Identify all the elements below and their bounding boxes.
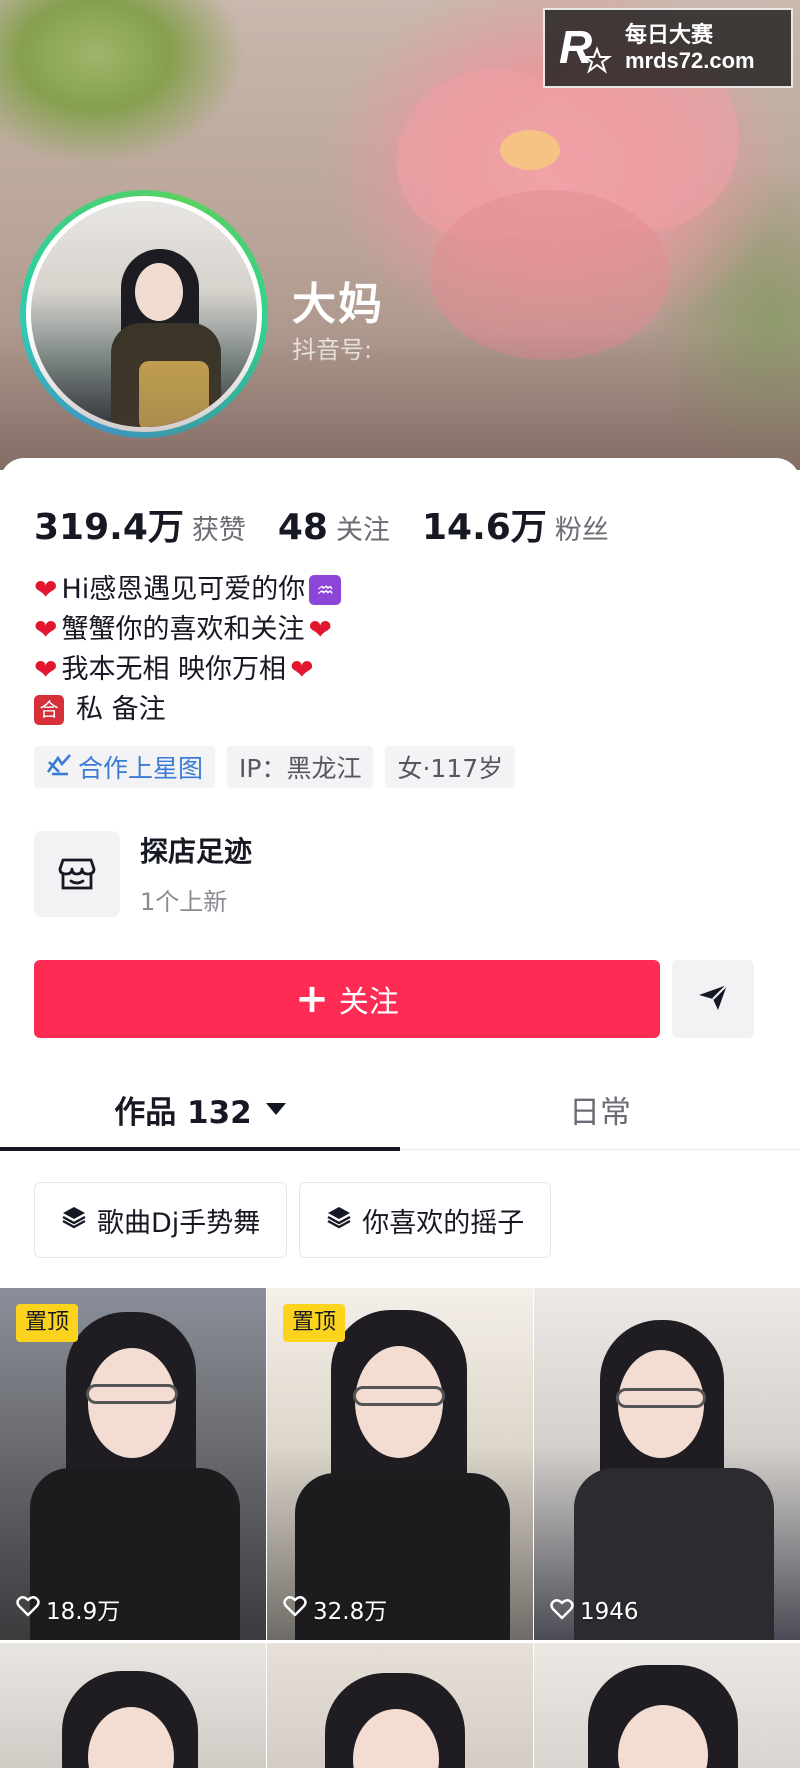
video-grid: 置顶 18.9万 置顶 32.8万 1946 — [0, 1288, 800, 1768]
bio: ❤ Hi感恩遇见可爱的你 ♒ ❤ 蟹蟹你的喜欢和关注 ❤ ❤ 我本无相 映你万相… — [34, 570, 342, 730]
tab-label: 日常 — [569, 1094, 631, 1131]
svg-text:R: R — [559, 21, 592, 73]
stat-value: 48 — [277, 507, 328, 548]
cover-flower-petal — [430, 190, 670, 360]
bio-text: Hi感恩遇见可爱的你 — [61, 574, 306, 605]
tag-label: 合作上星图 — [78, 754, 204, 783]
pinned-badge: 置顶 — [16, 1304, 79, 1342]
shop-footprint[interactable]: 探店足迹 1个上新 — [34, 830, 252, 917]
xingtu-icon — [46, 752, 72, 782]
heart-icon: ❤ — [34, 613, 58, 646]
tag-xingtu[interactable]: 合作上星图 — [34, 746, 216, 788]
stat-followers[interactable]: 14.6万 粉丝 — [422, 498, 609, 550]
he-badge-icon: 合 — [34, 695, 64, 725]
tag-gender-age: 女·117岁 — [385, 746, 516, 788]
follow-label: 关注 — [338, 985, 399, 1020]
tab-daily[interactable]: 日常 — [400, 1068, 800, 1150]
video-thumbnail[interactable] — [0, 1643, 266, 1768]
send-icon — [696, 982, 730, 1016]
heart-icon: ❤ — [34, 653, 58, 686]
watermark-logo-icon: R — [557, 19, 615, 77]
stat-label: 粉丝 — [554, 515, 609, 546]
pinned-badge: 置顶 — [283, 1304, 346, 1342]
collection-label: 歌曲Dj手势舞 — [97, 1207, 261, 1239]
tab-works[interactable]: 作品 132 — [0, 1068, 400, 1150]
stat-value: 319.4万 — [34, 507, 184, 548]
profile-name: 大妈 — [292, 279, 384, 330]
tag-label: IP：黑龙江 — [239, 754, 362, 783]
store-icon — [34, 830, 120, 917]
heart-icon: ❤ — [34, 573, 58, 606]
bio-line: ❤ 我本无相 映你万相 ❤ — [34, 650, 341, 690]
tag-ip-location: IP：黑龙江 — [227, 746, 374, 788]
follow-button[interactable]: + 关注 — [34, 960, 660, 1038]
watermark-url: mrds72.com — [625, 48, 755, 73]
send-message-button[interactable] — [672, 960, 754, 1038]
layers-icon — [326, 1204, 352, 1237]
stat-value: 14.6万 — [421, 507, 547, 548]
bio-text: 私 备注 — [76, 694, 166, 725]
like-count: 32.8万 — [283, 1592, 387, 1626]
tag-label: 女·117岁 — [397, 754, 504, 783]
watermark: R 每日大赛 mrds72.com — [543, 8, 793, 88]
video-thumbnail[interactable]: 置顶 32.8万 — [267, 1288, 533, 1640]
bio-line: 合 私 备注 — [34, 690, 341, 730]
stat-following[interactable]: 48 关注 — [278, 507, 390, 548]
bio-line: ❤ 蟹蟹你的喜欢和关注 ❤ — [34, 610, 341, 650]
stats-row: 319.4万 获赞 48 关注 14.6万 粉丝 — [34, 498, 609, 550]
avatar-image — [26, 196, 262, 432]
shop-title: 探店足迹 — [140, 835, 253, 868]
watermark-brand-name: 每日大赛 — [625, 22, 714, 47]
stat-label: 获赞 — [191, 515, 246, 546]
caret-down-icon — [265, 1103, 286, 1115]
douyin-id[interactable]: 抖音号: — [292, 330, 372, 365]
aquarius-icon: ♒ — [309, 575, 342, 605]
profile-cover: R 每日大赛 mrds72.com 大妈 抖音号: — [0, 0, 800, 470]
avatar[interactable] — [20, 190, 268, 438]
collections-row: 歌曲Dj手势舞 你喜欢的摇子 — [34, 1182, 552, 1258]
profile-panel: 319.4万 获赞 48 关注 14.6万 粉丝 ❤ Hi感恩遇见可爱的你 ♒ … — [0, 458, 800, 1768]
content-tabs: 作品 132 日常 — [0, 1068, 800, 1151]
bio-text: 我本无相 映你万相 — [61, 654, 287, 685]
tab-label: 作品 132 — [114, 1094, 252, 1131]
collection-chip[interactable]: 歌曲Dj手势舞 — [34, 1182, 288, 1258]
video-thumbnail[interactable]: 1946 — [534, 1288, 800, 1640]
bio-line: ❤ Hi感恩遇见可爱的你 ♒ — [34, 570, 342, 610]
bio-text: 蟹蟹你的喜欢和关注 — [61, 614, 305, 645]
like-count: 1946 — [550, 1598, 639, 1626]
collection-chip[interactable]: 你喜欢的摇子 — [299, 1182, 552, 1258]
video-thumbnail[interactable] — [534, 1643, 800, 1768]
heart-icon: ❤ — [290, 653, 314, 686]
video-thumbnail[interactable] — [267, 1643, 533, 1768]
like-count: 18.9万 — [16, 1592, 120, 1626]
profile-tags: 合作上星图 IP：黑龙江 女·117岁 — [34, 746, 516, 788]
cover-flower-center — [500, 130, 560, 170]
layers-icon — [61, 1204, 87, 1237]
plus-icon: + — [295, 976, 329, 1022]
active-tab-indicator — [0, 1147, 400, 1151]
heart-outline-icon — [283, 1595, 307, 1623]
heart-outline-icon — [550, 1598, 574, 1626]
shop-subtitle: 1个上新 — [140, 888, 228, 916]
collection-label: 你喜欢的摇子 — [362, 1207, 525, 1239]
heart-icon: ❤ — [308, 613, 332, 646]
stat-likes[interactable]: 319.4万 获赞 — [34, 498, 246, 550]
video-thumbnail[interactable]: 置顶 18.9万 — [0, 1288, 266, 1640]
stat-label: 关注 — [335, 515, 390, 546]
heart-outline-icon — [16, 1595, 40, 1623]
